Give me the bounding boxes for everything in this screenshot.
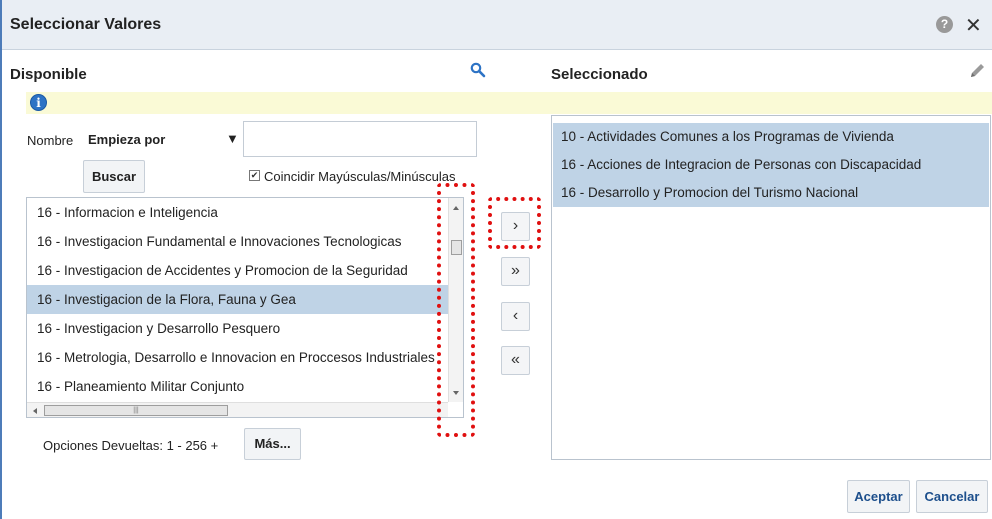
search-input[interactable] xyxy=(243,121,477,157)
pencil-icon[interactable] xyxy=(968,62,986,83)
remove-all-button[interactable]: « xyxy=(501,346,530,375)
selected-heading: Seleccionado xyxy=(551,66,648,83)
help-icon[interactable]: ? xyxy=(936,16,953,33)
info-bar: i xyxy=(26,92,992,114)
match-case-checkbox[interactable]: ✔ xyxy=(249,170,260,181)
scroll-left-icon[interactable] xyxy=(33,408,37,414)
caret-down-icon: ▼ xyxy=(226,131,239,146)
available-list: 16 - Informacion e Inteligencia 16 - Inv… xyxy=(26,197,464,418)
remove-button[interactable]: ‹ xyxy=(501,302,530,331)
available-heading: Disponible xyxy=(10,66,87,83)
move-all-button[interactable]: » xyxy=(501,257,530,286)
search-button[interactable]: Buscar xyxy=(83,160,145,193)
scroll-thumb-horizontal[interactable]: ||| xyxy=(44,405,228,416)
annotation-highlight-scrollbar xyxy=(437,183,475,437)
list-item[interactable]: 16 - Investigacion Fundamental e Innovac… xyxy=(27,227,449,256)
search-icon[interactable] xyxy=(470,62,486,81)
dialog-title: Seleccionar Valores xyxy=(10,16,162,33)
operator-select[interactable]: Empieza por ▼ xyxy=(83,124,241,154)
list-item[interactable]: 16 - Investigacion y Desarrollo Pesquero xyxy=(27,314,449,343)
annotation-highlight-move-button xyxy=(488,197,541,249)
list-item[interactable]: 16 - Desarrollo y Promocion del Turismo … xyxy=(553,179,989,207)
dialog-titlebar: Seleccionar Valores ? ✕ xyxy=(2,0,992,50)
list-item[interactable]: 16 - Informacion e Inteligencia xyxy=(27,198,449,227)
list-item[interactable]: 16 - Investigacion de Accidentes y Promo… xyxy=(27,256,449,285)
list-item[interactable]: 16 - Acciones de Integracion de Personas… xyxy=(553,151,989,179)
horizontal-scrollbar[interactable]: ||| xyxy=(27,402,448,417)
returned-options-label: Opciones Devueltas: 1 - 256 + xyxy=(43,438,219,453)
cancel-button[interactable]: Cancelar xyxy=(916,480,988,513)
operator-value: Empieza por xyxy=(88,132,166,147)
list-item-selected[interactable]: 16 - Investigacion de la Flora, Fauna y … xyxy=(27,285,449,314)
select-values-dialog: Seleccionar Valores ? ✕ Disponible Selec… xyxy=(0,0,992,519)
list-item[interactable]: 16 - Planeamiento Militar Conjunto xyxy=(27,372,449,401)
name-label: Nombre xyxy=(27,133,74,148)
more-button[interactable]: Más... xyxy=(244,428,301,460)
match-case-label: Coincidir Mayúsculas/Minúsculas xyxy=(264,169,456,184)
list-item[interactable]: 10 - Actividades Comunes a los Programas… xyxy=(553,123,989,151)
selected-list: 10 - Actividades Comunes a los Programas… xyxy=(551,115,991,460)
close-icon[interactable]: ✕ xyxy=(965,13,982,38)
list-item[interactable]: 16 - Metrologia, Desarrollo e Innovacion… xyxy=(27,343,449,372)
info-icon[interactable]: i xyxy=(30,94,47,111)
accept-button[interactable]: Aceptar xyxy=(847,480,910,513)
